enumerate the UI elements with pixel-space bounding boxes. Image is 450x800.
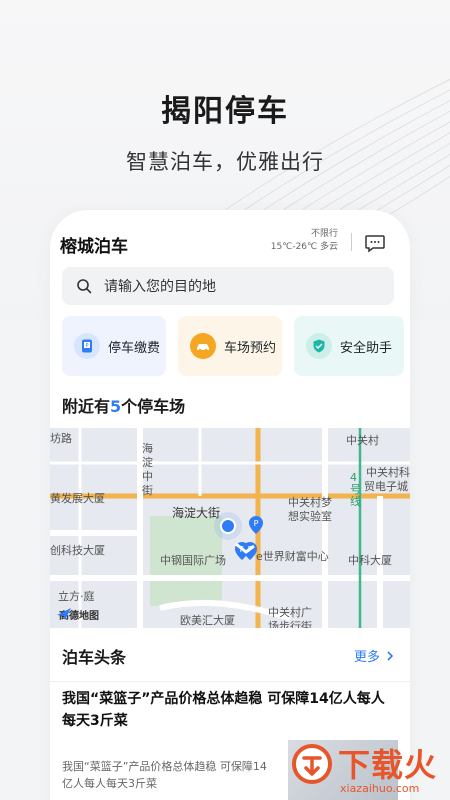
- nearby-prefix: 附近有: [62, 397, 111, 416]
- news-section-title: 泊车头条: [62, 648, 127, 667]
- map-label: 创科技大厦: [50, 544, 105, 557]
- hero-title: 揭阳停车: [161, 94, 289, 129]
- nearby-suffix: 个停车场: [121, 397, 186, 416]
- watermark-logo-icon: [292, 744, 332, 784]
- parking-marker-icon[interactable]: P: [249, 516, 263, 534]
- watermark-text: 下载火: [338, 746, 438, 784]
- map-label: 贸电子城: [364, 480, 408, 493]
- subway-line-label: 4号线: [350, 471, 361, 508]
- watermark-url: xiazaihuo.com: [340, 782, 420, 795]
- svg-text:P: P: [85, 343, 88, 349]
- parking-payment-button[interactable]: P 停车缴费: [62, 316, 166, 376]
- search-placeholder: 请输入您的目的地: [104, 279, 216, 295]
- more-news-link[interactable]: 更多: [354, 646, 396, 665]
- search-icon: [77, 279, 92, 294]
- weather-info: 不限行 15℃-26℃ 多云: [271, 228, 338, 254]
- map-label: 黄发展大厦: [50, 492, 105, 505]
- map-label: 坊路: [50, 432, 72, 445]
- svg-text:P: P: [254, 519, 259, 528]
- current-location-icon: [220, 518, 236, 534]
- map-overlay-marker: [235, 542, 255, 554]
- service-shortcuts: P 停车缴费 车场预约 安全助手: [62, 316, 410, 378]
- payment-icon: P: [74, 333, 100, 359]
- lot-reservation-label: 车场预约: [224, 340, 277, 356]
- hero-subtitle: 智慧泊车，优雅出行: [126, 150, 324, 174]
- safety-assistant-label: 安全助手: [340, 340, 393, 356]
- watermark: 下载火 xiazaihuo.com: [288, 738, 448, 798]
- news-article-summary: 我国“菜篮子”产品价格总体趋稳 可保障14亿人每人每天3斤菜: [62, 760, 267, 790]
- nearby-parking-heading: 附近有5个停车场: [62, 393, 185, 417]
- news-header: 泊车头条 更多: [50, 628, 410, 682]
- map-label: 中关村: [346, 434, 379, 447]
- nearby-count: 5: [110, 397, 122, 416]
- header-divider: [351, 233, 352, 251]
- map-label: 中科大厦: [348, 554, 392, 567]
- shield-icon: [306, 333, 332, 359]
- more-label: 更多: [353, 650, 380, 665]
- map-brand: 高德地图: [56, 607, 99, 622]
- gaode-logo-icon: [57, 608, 71, 620]
- restriction-text: 不限行: [310, 229, 338, 239]
- parking-map[interactable]: 坊路 海淀中街 中关村 中关村科 贸电子城 黄发展大厦 海淀大街 中关村梦 想实…: [50, 428, 410, 628]
- chat-bubble-icon[interactable]: [364, 232, 386, 254]
- reservation-icon: [190, 333, 216, 359]
- parking-payment-label: 停车缴费: [108, 340, 161, 356]
- chevron-right-icon: [387, 650, 394, 661]
- phone-mockup: 榕城泊车 不限行 15℃-26℃ 多云 请输入您的目的地 P 停车缴费 车场预约…: [50, 210, 410, 800]
- news-article-title[interactable]: 我国“菜篮子”产品价格总体趋稳 可保障14亿人每人每天3斤菜: [62, 688, 398, 732]
- safety-assistant-button[interactable]: 安全助手: [294, 316, 404, 376]
- search-input[interactable]: 请输入您的目的地: [62, 267, 394, 305]
- map-label: 海淀中街: [142, 442, 153, 497]
- app-header: 榕城泊车 不限行 15℃-26℃ 多云: [50, 228, 410, 268]
- weather-forecast: 15℃-26℃ 多云: [270, 242, 338, 252]
- map-label: 欧美汇大厦: [180, 614, 235, 627]
- map-label: 场步行街: [268, 620, 312, 628]
- map-label: 立方·庭: [58, 590, 95, 603]
- lot-reservation-button[interactable]: 车场预约: [178, 316, 282, 376]
- app-name: 榕城泊车: [60, 237, 128, 257]
